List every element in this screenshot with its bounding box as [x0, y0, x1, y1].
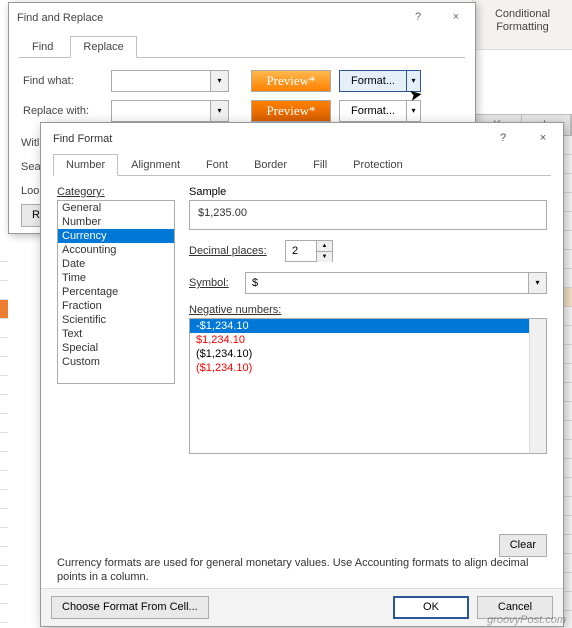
neg-item-3[interactable]: ($1,234.10) — [190, 347, 546, 361]
negative-numbers-list[interactable]: -$1,234.10 $1,234.10 ($1,234.10) ($1,234… — [189, 318, 547, 454]
ok-button[interactable]: OK — [393, 596, 469, 619]
left-strip — [0, 243, 8, 628]
neg-item-4[interactable]: ($1,234.10) — [190, 361, 546, 375]
cat-custom[interactable]: Custom — [58, 355, 174, 369]
tab-find[interactable]: Find — [19, 36, 66, 58]
cat-currency[interactable]: Currency — [58, 229, 174, 243]
format-tabs: Number Alignment Font Border Fill Protec… — [53, 153, 551, 176]
clear-button[interactable]: Clear — [499, 534, 547, 557]
find-format-dropdown[interactable]: ▾ — [407, 70, 421, 92]
neg-item-1[interactable]: -$1,234.10 — [190, 319, 546, 333]
tab-number[interactable]: Number — [53, 154, 118, 176]
tab-protection[interactable]: Protection — [340, 154, 416, 176]
replace-with-label: Replace with: — [23, 105, 111, 117]
close-icon[interactable]: × — [437, 3, 475, 31]
find-what-label: Find what: — [23, 75, 111, 87]
spin-down-icon[interactable]: ▼ — [317, 252, 332, 262]
cat-number[interactable]: Number — [58, 215, 174, 229]
dialog-title: Find and Replace ? × — [9, 3, 475, 31]
cat-general[interactable]: General — [58, 201, 174, 215]
cat-date[interactable]: Date — [58, 257, 174, 271]
symbol-select[interactable]: $ ▾ — [245, 272, 547, 294]
spin-up-icon[interactable]: ▲ — [317, 241, 332, 252]
negative-numbers-label: Negative numbers: — [189, 304, 547, 316]
find-format-button[interactable]: Format... — [339, 70, 407, 92]
tab-fill[interactable]: Fill — [300, 154, 340, 176]
replace-format-button[interactable]: Format... — [339, 100, 407, 122]
scrollbar[interactable] — [529, 319, 546, 453]
cat-time[interactable]: Time — [58, 271, 174, 285]
cat-percentage[interactable]: Percentage — [58, 285, 174, 299]
tab-replace[interactable]: Replace — [70, 36, 136, 58]
replace-format-split: Format... ▾ — [339, 100, 421, 122]
symbol-label: Symbol: — [189, 277, 245, 289]
find-replace-tabs: Find Replace — [19, 35, 465, 58]
format-description: Currency formats are used for general mo… — [57, 556, 547, 585]
cat-text[interactable]: Text — [58, 327, 174, 341]
dialog-title: Find Format ? × — [41, 123, 563, 153]
find-format-dialog: Find Format ? × Number Alignment Font Bo… — [40, 122, 564, 627]
cat-special[interactable]: Special — [58, 341, 174, 355]
category-list[interactable]: General Number Currency Accounting Date … — [57, 200, 175, 384]
close-icon[interactable]: × — [523, 123, 563, 153]
find-replace-title: Find and Replace — [17, 12, 103, 24]
replace-format-dropdown[interactable]: ▾ — [407, 100, 421, 122]
cat-scientific[interactable]: Scientific — [58, 313, 174, 327]
cat-fraction[interactable]: Fraction — [58, 299, 174, 313]
conditional-formatting-label[interactable]: Conditional Formatting — [477, 8, 568, 34]
choose-format-from-cell-button[interactable]: Choose Format From Cell... — [51, 596, 209, 619]
decimal-places-spinner[interactable]: 2 ▲▼ — [285, 240, 333, 262]
watermark: groovyPost.com — [487, 614, 566, 626]
find-preview-button[interactable]: Preview* — [251, 70, 331, 92]
ribbon-fragment: Conditional Formatting — [472, 0, 572, 50]
help-icon[interactable]: ? — [399, 3, 437, 31]
sample-label: Sample — [189, 186, 547, 198]
tab-alignment[interactable]: Alignment — [118, 154, 193, 176]
decimal-value: 2 — [292, 245, 298, 257]
cat-accounting[interactable]: Accounting — [58, 243, 174, 257]
decimal-places-label: Decimal places: — [189, 245, 285, 257]
tab-border[interactable]: Border — [241, 154, 300, 176]
replace-with-input[interactable]: ▾ — [111, 100, 229, 122]
find-format-split: Format... ▾ — [339, 70, 421, 92]
neg-item-2[interactable]: $1,234.10 — [190, 333, 546, 347]
symbol-value: $ — [252, 277, 258, 289]
sample-value: $1,235.00 — [189, 200, 547, 230]
chevron-down-icon[interactable]: ▾ — [210, 101, 228, 121]
help-icon[interactable]: ? — [483, 123, 523, 153]
replace-preview-button[interactable]: Preview* — [251, 100, 331, 122]
find-what-input[interactable]: ▾ — [111, 70, 229, 92]
tab-font[interactable]: Font — [193, 154, 241, 176]
chevron-down-icon[interactable]: ▾ — [210, 71, 228, 91]
chevron-down-icon[interactable]: ▾ — [528, 273, 546, 293]
find-format-title: Find Format — [53, 133, 112, 145]
